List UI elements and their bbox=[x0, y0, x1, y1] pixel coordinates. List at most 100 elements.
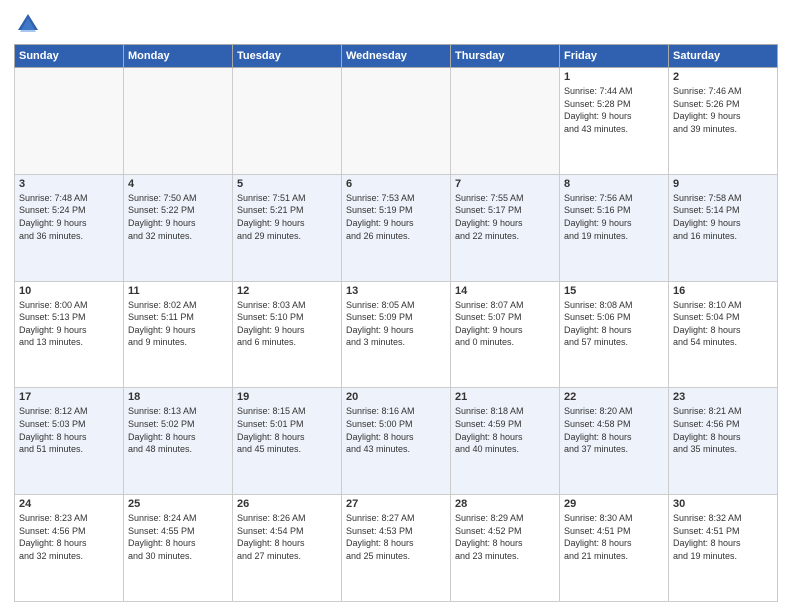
day-info: Sunrise: 8:30 AM Sunset: 4:51 PM Dayligh… bbox=[564, 512, 664, 562]
calendar-cell: 7 Sunrise: 7:55 AM Sunset: 5:17 PM Daylig… bbox=[451, 174, 560, 281]
calendar-week-row: 24 Sunrise: 8:23 AM Sunset: 4:56 PM Dayli… bbox=[15, 495, 778, 602]
day-info: Sunrise: 8:20 AM Sunset: 4:58 PM Dayligh… bbox=[564, 405, 664, 455]
calendar-cell: 19 Sunrise: 8:15 AM Sunset: 5:01 PM Dayli… bbox=[233, 388, 342, 495]
calendar-cell bbox=[342, 68, 451, 175]
calendar-cell: 1 Sunrise: 7:44 AM Sunset: 5:28 PM Daylig… bbox=[560, 68, 669, 175]
calendar-week-row: 1 Sunrise: 7:44 AM Sunset: 5:28 PM Daylig… bbox=[15, 68, 778, 175]
day-number: 4 bbox=[128, 178, 228, 190]
day-info: Sunrise: 7:56 AM Sunset: 5:16 PM Dayligh… bbox=[564, 192, 664, 242]
day-info: Sunrise: 8:27 AM Sunset: 4:53 PM Dayligh… bbox=[346, 512, 446, 562]
day-info: Sunrise: 8:32 AM Sunset: 4:51 PM Dayligh… bbox=[673, 512, 773, 562]
weekday-header-thursday: Thursday bbox=[451, 45, 560, 68]
weekday-header-saturday: Saturday bbox=[669, 45, 778, 68]
calendar-cell: 15 Sunrise: 8:08 AM Sunset: 5:06 PM Dayli… bbox=[560, 281, 669, 388]
calendar-cell: 8Sunrise: 7:56 AM Sunset: 5:16 PM Daylig… bbox=[560, 174, 669, 281]
weekday-header-tuesday: Tuesday bbox=[233, 45, 342, 68]
calendar-week-row: 10 Sunrise: 8:00 AM Sunset: 5:13 PM Dayli… bbox=[15, 281, 778, 388]
day-info: Sunrise: 7:44 AM Sunset: 5:28 PM Dayligh… bbox=[564, 85, 664, 135]
calendar-cell bbox=[124, 68, 233, 175]
calendar-cell bbox=[451, 68, 560, 175]
weekday-header-row: SundayMondayTuesdayWednesdayThursdayFrid… bbox=[15, 45, 778, 68]
calendar-cell: 3 Sunrise: 7:48 AM Sunset: 5:24 PM Daylig… bbox=[15, 174, 124, 281]
day-info: Sunrise: 8:07 AM Sunset: 5:07 PM Dayligh… bbox=[455, 299, 555, 349]
calendar-cell: 9Sunrise: 7:58 AM Sunset: 5:14 PM Daylig… bbox=[669, 174, 778, 281]
day-number: 12 bbox=[237, 285, 337, 297]
day-number: 19 bbox=[237, 391, 337, 403]
day-number: 2 bbox=[673, 71, 773, 83]
day-info: Sunrise: 8:00 AM Sunset: 5:13 PM Dayligh… bbox=[19, 299, 119, 349]
day-number: 3 bbox=[19, 178, 119, 190]
calendar-cell: 4 Sunrise: 7:50 AM Sunset: 5:22 PM Daylig… bbox=[124, 174, 233, 281]
day-info: Sunrise: 8:16 AM Sunset: 5:00 PM Dayligh… bbox=[346, 405, 446, 455]
day-number: 28 bbox=[455, 498, 555, 510]
day-info: Sunrise: 8:03 AM Sunset: 5:10 PM Dayligh… bbox=[237, 299, 337, 349]
calendar-cell: 17 Sunrise: 8:12 AM Sunset: 5:03 PM Dayli… bbox=[15, 388, 124, 495]
day-number: 9 bbox=[673, 178, 773, 190]
day-number: 5 bbox=[237, 178, 337, 190]
calendar-cell: 14Sunrise: 8:07 AM Sunset: 5:07 PM Dayli… bbox=[451, 281, 560, 388]
day-info: Sunrise: 8:29 AM Sunset: 4:52 PM Dayligh… bbox=[455, 512, 555, 562]
day-info: Sunrise: 8:08 AM Sunset: 5:06 PM Dayligh… bbox=[564, 299, 664, 349]
day-number: 20 bbox=[346, 391, 446, 403]
calendar-week-row: 3 Sunrise: 7:48 AM Sunset: 5:24 PM Daylig… bbox=[15, 174, 778, 281]
day-number: 23 bbox=[673, 391, 773, 403]
calendar-week-row: 17 Sunrise: 8:12 AM Sunset: 5:03 PM Dayli… bbox=[15, 388, 778, 495]
calendar-cell: 29 Sunrise: 8:30 AM Sunset: 4:51 PM Dayli… bbox=[560, 495, 669, 602]
day-number: 1 bbox=[564, 71, 664, 83]
calendar-cell: 23 Sunrise: 8:21 AM Sunset: 4:56 PM Dayli… bbox=[669, 388, 778, 495]
day-info: Sunrise: 8:02 AM Sunset: 5:11 PM Dayligh… bbox=[128, 299, 228, 349]
day-number: 25 bbox=[128, 498, 228, 510]
day-info: Sunrise: 7:46 AM Sunset: 5:26 PM Dayligh… bbox=[673, 85, 773, 135]
calendar-cell: 6 Sunrise: 7:53 AM Sunset: 5:19 PM Daylig… bbox=[342, 174, 451, 281]
calendar-cell: 16 Sunrise: 8:10 AM Sunset: 5:04 PM Dayli… bbox=[669, 281, 778, 388]
calendar-cell: 28 Sunrise: 8:29 AM Sunset: 4:52 PM Dayli… bbox=[451, 495, 560, 602]
day-number: 27 bbox=[346, 498, 446, 510]
day-number: 29 bbox=[564, 498, 664, 510]
weekday-header-friday: Friday bbox=[560, 45, 669, 68]
day-number: 15 bbox=[564, 285, 664, 297]
day-info: Sunrise: 7:53 AM Sunset: 5:19 PM Dayligh… bbox=[346, 192, 446, 242]
day-number: 17 bbox=[19, 391, 119, 403]
weekday-header-sunday: Sunday bbox=[15, 45, 124, 68]
calendar-cell bbox=[233, 68, 342, 175]
day-info: Sunrise: 8:05 AM Sunset: 5:09 PM Dayligh… bbox=[346, 299, 446, 349]
day-info: Sunrise: 8:21 AM Sunset: 4:56 PM Dayligh… bbox=[673, 405, 773, 455]
day-number: 22 bbox=[564, 391, 664, 403]
day-info: Sunrise: 7:55 AM Sunset: 5:17 PM Dayligh… bbox=[455, 192, 555, 242]
calendar-table: SundayMondayTuesdayWednesdayThursdayFrid… bbox=[14, 44, 778, 602]
day-info: Sunrise: 7:48 AM Sunset: 5:24 PM Dayligh… bbox=[19, 192, 119, 242]
weekday-header-monday: Monday bbox=[124, 45, 233, 68]
day-number: 10 bbox=[19, 285, 119, 297]
day-number: 26 bbox=[237, 498, 337, 510]
day-info: Sunrise: 8:26 AM Sunset: 4:54 PM Dayligh… bbox=[237, 512, 337, 562]
day-info: Sunrise: 8:12 AM Sunset: 5:03 PM Dayligh… bbox=[19, 405, 119, 455]
calendar-cell: 26 Sunrise: 8:26 AM Sunset: 4:54 PM Dayli… bbox=[233, 495, 342, 602]
weekday-header-wednesday: Wednesday bbox=[342, 45, 451, 68]
calendar-cell: 25Sunrise: 8:24 AM Sunset: 4:55 PM Dayli… bbox=[124, 495, 233, 602]
calendar-cell: 5Sunrise: 7:51 AM Sunset: 5:21 PM Daylig… bbox=[233, 174, 342, 281]
day-number: 11 bbox=[128, 285, 228, 297]
logo bbox=[14, 10, 46, 38]
day-info: Sunrise: 7:50 AM Sunset: 5:22 PM Dayligh… bbox=[128, 192, 228, 242]
day-number: 13 bbox=[346, 285, 446, 297]
day-info: Sunrise: 8:10 AM Sunset: 5:04 PM Dayligh… bbox=[673, 299, 773, 349]
day-number: 21 bbox=[455, 391, 555, 403]
day-info: Sunrise: 8:15 AM Sunset: 5:01 PM Dayligh… bbox=[237, 405, 337, 455]
calendar-cell: 20 Sunrise: 8:16 AM Sunset: 5:00 PM Dayli… bbox=[342, 388, 451, 495]
day-number: 30 bbox=[673, 498, 773, 510]
day-number: 24 bbox=[19, 498, 119, 510]
day-number: 6 bbox=[346, 178, 446, 190]
day-info: Sunrise: 8:18 AM Sunset: 4:59 PM Dayligh… bbox=[455, 405, 555, 455]
calendar-cell: 11 Sunrise: 8:02 AM Sunset: 5:11 PM Dayli… bbox=[124, 281, 233, 388]
calendar-cell: 12 Sunrise: 8:03 AM Sunset: 5:10 PM Dayli… bbox=[233, 281, 342, 388]
calendar-cell: 30 Sunrise: 8:32 AM Sunset: 4:51 PM Dayli… bbox=[669, 495, 778, 602]
calendar-cell: 24 Sunrise: 8:23 AM Sunset: 4:56 PM Dayli… bbox=[15, 495, 124, 602]
day-number: 7 bbox=[455, 178, 555, 190]
day-number: 16 bbox=[673, 285, 773, 297]
calendar-cell: 27 Sunrise: 8:27 AM Sunset: 4:53 PM Dayli… bbox=[342, 495, 451, 602]
page: SundayMondayTuesdayWednesdayThursdayFrid… bbox=[0, 0, 792, 612]
day-info: Sunrise: 8:13 AM Sunset: 5:02 PM Dayligh… bbox=[128, 405, 228, 455]
day-number: 18 bbox=[128, 391, 228, 403]
calendar-cell bbox=[15, 68, 124, 175]
day-info: Sunrise: 8:23 AM Sunset: 4:56 PM Dayligh… bbox=[19, 512, 119, 562]
